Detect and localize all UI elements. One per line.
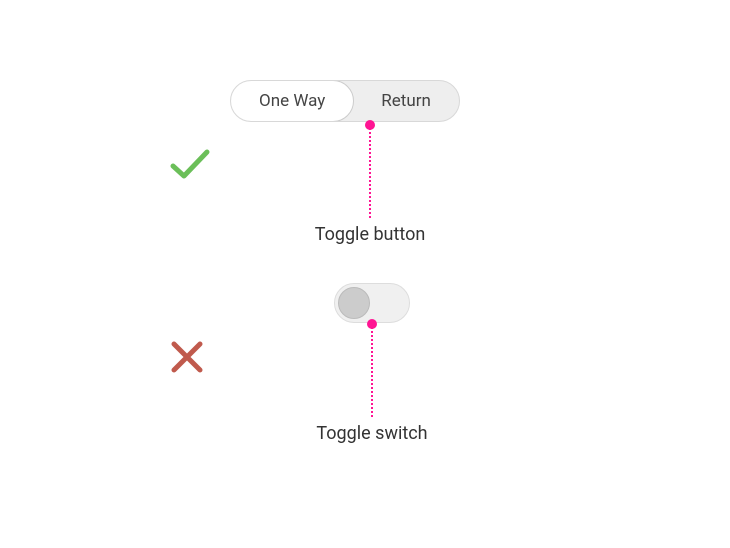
example-bad-label: Toggle switch (316, 423, 427, 444)
callout-line (371, 327, 373, 417)
segment-return[interactable]: Return (353, 81, 459, 121)
trip-type-toggle[interactable]: One Way Return (230, 80, 460, 122)
toggle-knob (338, 287, 370, 319)
checkmark-icon (170, 148, 210, 186)
cross-icon (170, 340, 204, 378)
segmented-toggle-control: One Way Return (230, 80, 460, 122)
callout-line (369, 128, 371, 218)
segment-label: One Way (259, 91, 325, 111)
segment-one-way[interactable]: One Way (230, 80, 354, 122)
segment-label: Return (381, 91, 431, 111)
example-good-label: Toggle button (315, 224, 426, 245)
toggle-switch[interactable] (334, 283, 410, 323)
